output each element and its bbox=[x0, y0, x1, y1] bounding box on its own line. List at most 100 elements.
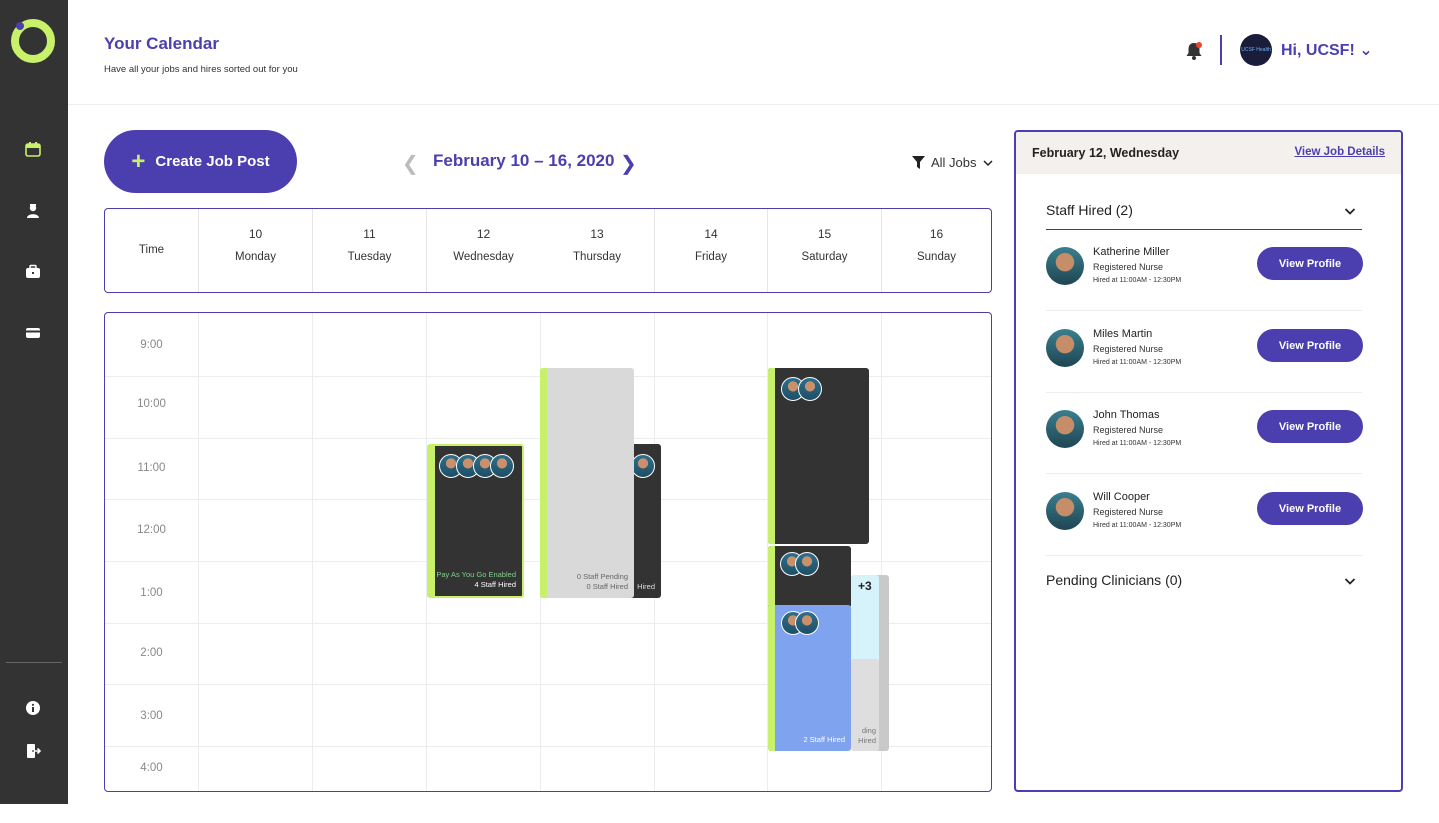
header-divider bbox=[1220, 35, 1222, 65]
staff-name: Katherine Miller bbox=[1093, 246, 1170, 258]
day-column-saturday[interactable]: 15 Saturday bbox=[767, 209, 881, 292]
day-number: 11 bbox=[363, 227, 376, 241]
staff-avatar bbox=[1046, 410, 1084, 448]
day-name: Monday bbox=[235, 251, 276, 263]
time-label: 9:00 bbox=[140, 339, 163, 351]
staff-avatar bbox=[1046, 492, 1084, 530]
day-number: 12 bbox=[476, 227, 491, 241]
page-subtitle: Have all your jobs and hires sorted out … bbox=[104, 64, 298, 75]
staff-row: Will Cooper Registered Nurse Hired at 11… bbox=[1046, 475, 1363, 556]
day-number: 14 bbox=[704, 227, 718, 241]
chevron-down-icon bbox=[983, 159, 993, 166]
time-label: 11:00 bbox=[137, 462, 166, 474]
day-number: 13 bbox=[590, 227, 604, 241]
staff-row: John Thomas Registered Nurse Hired at 11… bbox=[1046, 393, 1363, 474]
staff-role: Registered Nurse bbox=[1093, 425, 1164, 435]
day-number: 15 bbox=[817, 227, 832, 241]
view-profile-button[interactable]: View Profile bbox=[1257, 492, 1363, 525]
staff-pending-count: 0 Staff Pending bbox=[576, 572, 628, 581]
staff-avatar bbox=[490, 454, 514, 478]
day-column-monday[interactable]: 10 Monday bbox=[198, 209, 312, 292]
staff-avatar bbox=[798, 377, 822, 401]
time-column-header: Time bbox=[138, 244, 165, 256]
event-saturday-shift-5[interactable]: ding Hired bbox=[851, 659, 879, 751]
event-saturday-blue-shift[interactable]: 2 Staff Hired bbox=[768, 605, 851, 751]
create-job-post-button[interactable]: + Create Job Post bbox=[104, 130, 297, 193]
jobs-filter-dropdown[interactable]: All Jobs bbox=[912, 155, 993, 170]
staff-row: Miles Martin Registered Nurse Hired at 1… bbox=[1046, 312, 1363, 393]
staff-icon[interactable] bbox=[22, 200, 44, 222]
staff-role: Registered Nurse bbox=[1093, 262, 1164, 272]
event-thursday-shift[interactable]: 0 Staff Pending 0 Staff Hired bbox=[540, 368, 634, 598]
sidebar-divider bbox=[6, 662, 62, 663]
staff-hired-time: Hired at 11:00AM - 12:30PM bbox=[1093, 522, 1182, 529]
day-column-sunday[interactable]: 16 Sunday bbox=[881, 209, 991, 292]
page-title: Your Calendar bbox=[104, 34, 219, 53]
view-job-details-link[interactable]: View Job Details bbox=[1294, 146, 1385, 158]
info-icon[interactable] bbox=[22, 697, 44, 719]
notification-bell-icon[interactable] bbox=[1183, 40, 1205, 62]
avatar[interactable]: UCSF Health bbox=[1240, 34, 1272, 66]
event-saturday-morning-shift[interactable] bbox=[768, 368, 869, 544]
view-profile-button[interactable]: View Profile bbox=[1257, 410, 1363, 443]
grid-divider bbox=[198, 313, 199, 791]
app-logo[interactable] bbox=[10, 18, 56, 64]
day-column-wednesday[interactable]: 12 Wednesday bbox=[426, 209, 540, 292]
staff-role: Registered Nurse bbox=[1093, 507, 1164, 517]
calendar-icon[interactable] bbox=[22, 138, 44, 160]
day-number: 10 bbox=[248, 227, 263, 241]
time-label: 1:00 bbox=[140, 587, 163, 599]
day-column-thursday[interactable]: 13 Thursday bbox=[540, 209, 654, 292]
time-label: 3:00 bbox=[140, 710, 163, 722]
briefcase-icon[interactable] bbox=[22, 261, 44, 283]
staff-hired-section-toggle[interactable]: Staff Hired (2) bbox=[1046, 202, 1133, 218]
event-accent-bar bbox=[540, 368, 547, 598]
staff-avatar bbox=[631, 454, 655, 478]
staff-hired-count: 4 Staff Hired bbox=[474, 580, 516, 589]
view-profile-button[interactable]: View Profile bbox=[1257, 329, 1363, 362]
staff-hired-time: Hired at 11:00AM - 12:30PM bbox=[1093, 440, 1182, 447]
time-label: 2:00 bbox=[140, 647, 163, 659]
day-name: Friday bbox=[695, 251, 727, 263]
staff-hired-time: Hired at 11:00AM - 12:30PM bbox=[1093, 277, 1182, 284]
credit-card-icon[interactable] bbox=[22, 322, 44, 344]
grid-divider bbox=[312, 313, 313, 791]
more-events-badge[interactable]: +3 bbox=[858, 579, 872, 593]
event-saturday-afternoon-shift[interactable] bbox=[768, 546, 851, 608]
staff-name: John Thomas bbox=[1093, 409, 1160, 421]
panel-header: February 12, Wednesday View Job Details bbox=[1016, 132, 1401, 174]
pay-as-you-go-label: Pay As You Go Enabled bbox=[436, 570, 516, 579]
logout-icon[interactable] bbox=[22, 740, 44, 762]
day-name: Sunday bbox=[916, 251, 956, 263]
avatar-logo-text: UCSF Health bbox=[1241, 47, 1271, 53]
pending-clinicians-section-toggle[interactable]: Pending Clinicians (0) bbox=[1046, 572, 1182, 588]
filter-label: All Jobs bbox=[931, 155, 977, 170]
event-wednesday-shift[interactable]: Pay As You Go Enabled 4 Staff Hired bbox=[427, 444, 524, 598]
previous-week-chevron-icon[interactable]: ❮ bbox=[402, 151, 419, 176]
panel-date: February 12, Wednesday bbox=[1032, 146, 1180, 160]
next-week-chevron-icon[interactable]: ❯ bbox=[620, 151, 637, 176]
staff-role: Registered Nurse bbox=[1093, 344, 1164, 354]
calendar-grid: 9:00 10:00 11:00 12:00 1:00 2:00 3:00 4:… bbox=[104, 312, 992, 792]
time-label: 10:00 bbox=[137, 398, 166, 410]
calendar-days-header: Time 10 Monday 11 Tuesday 12 Wednesday 1… bbox=[104, 208, 992, 293]
staff-avatar bbox=[795, 611, 819, 635]
chevron-down-icon[interactable] bbox=[1344, 575, 1356, 587]
event-saturday-shift-3[interactable]: +3 bbox=[851, 575, 879, 665]
create-job-post-label: Create Job Post bbox=[155, 153, 270, 170]
event-accent-bar bbox=[768, 605, 775, 751]
staff-avatar bbox=[1046, 329, 1084, 367]
staff-avatar bbox=[795, 552, 819, 576]
view-profile-button[interactable]: View Profile bbox=[1257, 247, 1363, 280]
day-column-tuesday[interactable]: 11 Tuesday bbox=[312, 209, 426, 292]
user-greeting-menu[interactable]: Hi, UCSF! ⌄ bbox=[1281, 40, 1373, 60]
staff-pending-count: ding bbox=[861, 726, 876, 735]
staff-hired-count: Hired bbox=[858, 736, 876, 745]
staff-name: Miles Martin bbox=[1093, 328, 1153, 340]
chevron-down-icon[interactable] bbox=[1344, 205, 1356, 217]
staff-name: Will Cooper bbox=[1093, 491, 1150, 503]
top-header: Your Calendar Have all your jobs and hir… bbox=[68, 0, 1439, 105]
day-column-friday[interactable]: 14 Friday bbox=[654, 209, 767, 292]
time-label: 12:00 bbox=[137, 524, 166, 536]
staff-row: Katherine Miller Registered Nurse Hired … bbox=[1046, 230, 1363, 311]
